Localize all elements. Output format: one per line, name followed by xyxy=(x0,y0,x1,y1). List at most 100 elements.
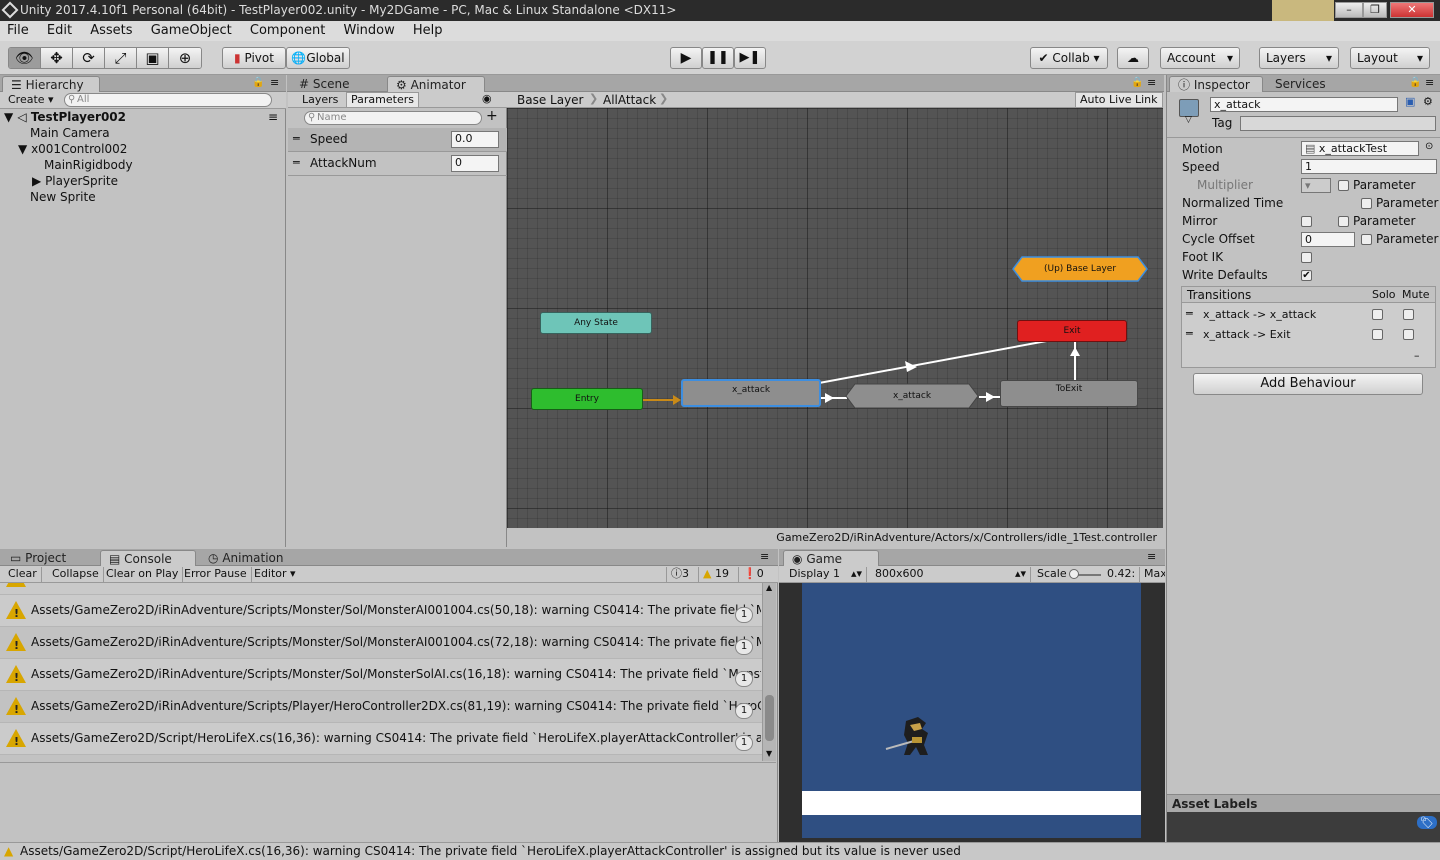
state-entry[interactable]: Entry xyxy=(531,388,643,410)
speed-param-value[interactable]: 0.0 xyxy=(451,131,499,148)
panel-menu-icon[interactable]: ≡ xyxy=(270,76,279,89)
game-viewport[interactable] xyxy=(802,583,1141,838)
clear-button[interactable]: Clear xyxy=(4,567,42,582)
transition-row[interactable]: ═ x_attack -> x_attack xyxy=(1182,305,1435,325)
console-row-partial[interactable] xyxy=(0,583,762,595)
scroll-up-icon[interactable]: ▲ xyxy=(766,583,772,592)
error-filter-toggle[interactable]: ❗0 xyxy=(738,567,768,582)
tab-game[interactable]: ◉ Game xyxy=(783,550,879,566)
drag-handle-icon[interactable]: ═ xyxy=(1186,307,1193,320)
eye-icon[interactable]: ◉ xyxy=(482,92,492,105)
hierarchy-item-playersprite[interactable]: ▶ PlayerSprite xyxy=(32,173,118,189)
info-filter-toggle[interactable]: ⓘ3 xyxy=(666,567,693,582)
pivot-button[interactable]: ▮ Pivot xyxy=(222,47,286,69)
maximize-on-play-toggle[interactable]: Max xyxy=(1139,567,1165,582)
account-button[interactable]: Account ▾ xyxy=(1160,47,1240,69)
lock-icon[interactable]: 🔒 xyxy=(1131,77,1143,88)
expand-arrow-icon[interactable]: ▼ xyxy=(18,142,27,156)
view-tool-icon[interactable]: 👁 xyxy=(9,48,41,68)
scroll-down-icon[interactable]: ▼ xyxy=(766,749,772,758)
scale-slider-thumb[interactable] xyxy=(1069,569,1079,579)
error-pause-button[interactable]: Error Pause xyxy=(180,567,252,582)
layers-dropdown[interactable]: Layers ▾ xyxy=(1259,47,1339,69)
menu-help[interactable]: Help xyxy=(410,23,446,38)
scale-tool-icon[interactable]: ⤢ xyxy=(105,48,137,68)
remove-icon[interactable]: – xyxy=(1414,349,1420,362)
tab-hierarchy[interactable]: ☰ Hierarchy xyxy=(2,76,100,92)
menu-window[interactable]: Window xyxy=(341,23,398,38)
drag-handle-icon[interactable]: ═ xyxy=(293,132,300,145)
motion-field[interactable]: ▤ x_attackTest xyxy=(1301,141,1419,156)
hierarchy-item-mainrigidbody[interactable]: MainRigidbody xyxy=(44,157,133,173)
menu-component[interactable]: Component xyxy=(247,23,328,38)
rect-tool-icon[interactable]: ▣ xyxy=(137,48,169,68)
drag-handle-icon[interactable]: ═ xyxy=(293,156,300,169)
solo-checkbox[interactable] xyxy=(1372,309,1383,320)
display-dropdown[interactable]: Display 1 ▴▾ xyxy=(785,567,867,582)
clear-on-play-button[interactable]: Clear on Play xyxy=(102,567,184,582)
restore-button[interactable]: ❐ xyxy=(1363,2,1387,18)
breadcrumb-allattack[interactable]: AllAttack xyxy=(599,93,660,108)
minimize-button[interactable]: – xyxy=(1335,2,1363,18)
collapse-arrow-icon[interactable]: ▶ xyxy=(32,174,41,188)
console-row[interactable]: ! Assets/GameZero2D/iRinAdventure/Script… xyxy=(0,691,762,723)
panel-menu-icon[interactable]: ≡ xyxy=(1147,76,1156,89)
mirror-checkbox[interactable] xyxy=(1301,216,1312,227)
lock-icon[interactable]: 🔒 xyxy=(252,77,264,88)
tab-project[interactable]: ▭ Project xyxy=(2,550,94,566)
hierarchy-item-main-camera[interactable]: Main Camera xyxy=(30,125,110,141)
mute-checkbox[interactable] xyxy=(1403,309,1414,320)
create-button[interactable]: Create ▾ xyxy=(4,93,58,108)
layers-tab[interactable]: Layers xyxy=(298,93,342,108)
gear-icon[interactable]: ⚙ xyxy=(1423,95,1433,108)
console-row[interactable]: ! Assets/GameZero2D/Script/HeroLifeX.cs(… xyxy=(0,723,762,755)
cycle-offset-field[interactable]: 0 xyxy=(1301,232,1355,247)
collab-button[interactable]: ✔ Collab ▾ xyxy=(1030,47,1108,69)
step-button[interactable]: ▶❚ xyxy=(734,47,766,69)
pause-button[interactable]: ❚❚ xyxy=(702,47,734,69)
state-any-state[interactable]: Any State xyxy=(540,312,652,334)
tab-animator[interactable]: ⚙ Animator xyxy=(387,76,485,92)
write-defaults-checkbox[interactable]: ✔ xyxy=(1301,270,1312,281)
menu-assets[interactable]: Assets xyxy=(87,23,135,38)
mute-checkbox[interactable] xyxy=(1403,329,1414,340)
editor-dropdown[interactable]: Editor ▾ xyxy=(250,567,300,582)
layout-dropdown[interactable]: Layout ▾ xyxy=(1350,47,1430,69)
panel-menu-icon[interactable]: ≡ xyxy=(1425,76,1434,89)
speed-field[interactable]: 1 xyxy=(1301,159,1437,174)
parameter-search-input[interactable]: ⚲ Name xyxy=(304,111,482,125)
state-x-attack-selected[interactable]: x_attack xyxy=(681,379,821,407)
console-list[interactable]: ! Assets/GameZero2D/iRinAdventure/Script… xyxy=(0,583,762,763)
panel-menu-icon[interactable]: ≡ xyxy=(760,550,769,563)
hierarchy-item-new-sprite[interactable]: New Sprite xyxy=(30,189,96,205)
tab-services[interactable]: Services xyxy=(1267,76,1347,92)
collapse-button[interactable]: Collapse xyxy=(48,567,104,582)
move-tool-icon[interactable]: ✥ xyxy=(41,48,73,68)
tag-field[interactable] xyxy=(1240,116,1436,131)
state-name-field[interactable]: x_attack xyxy=(1210,97,1398,112)
console-row[interactable]: ! Assets/GameZero2D/iRinAdventure/Script… xyxy=(0,595,762,627)
transform-tool-icon[interactable]: ⊕ xyxy=(169,48,201,68)
close-button[interactable]: ✕ xyxy=(1390,2,1434,18)
auto-live-link-toggle[interactable]: Auto Live Link xyxy=(1075,92,1163,108)
status-bar[interactable]: ▲ Assets/GameZero2D/Script/HeroLifeX.cs(… xyxy=(0,842,1440,860)
drag-handle-icon[interactable]: ═ xyxy=(1186,327,1193,340)
warning-filter-toggle[interactable]: ▲ 19 xyxy=(698,567,733,582)
foot-ik-checkbox[interactable] xyxy=(1301,252,1312,263)
parameter-row-speed[interactable]: ═ Speed 0.0 xyxy=(288,128,507,152)
rotate-tool-icon[interactable]: ⟳ xyxy=(73,48,105,68)
cycle-offset-parameter-checkbox[interactable] xyxy=(1361,234,1372,245)
hierarchy-search-input[interactable]: ⚲ All xyxy=(64,93,272,107)
menu-gameobject[interactable]: GameObject xyxy=(148,23,235,38)
parameters-tab[interactable]: Parameters xyxy=(346,92,419,108)
animator-graph[interactable]: Any State Entry x_attack x_attack ToExit… xyxy=(507,108,1163,528)
cloud-button[interactable]: ☁ xyxy=(1117,47,1149,69)
tab-animation[interactable]: ◷ Animation xyxy=(200,550,300,566)
console-row[interactable]: ! Assets/GameZero2D/iRinAdventure/Script… xyxy=(0,627,762,659)
solo-checkbox[interactable] xyxy=(1372,329,1383,340)
scroll-thumb[interactable] xyxy=(765,695,774,741)
console-scrollbar[interactable]: ▲ ▼ xyxy=(762,583,776,761)
menu-file[interactable]: File xyxy=(4,23,32,38)
play-button[interactable]: ▶ xyxy=(670,47,702,69)
tab-scene[interactable]: # Scene xyxy=(291,76,381,92)
